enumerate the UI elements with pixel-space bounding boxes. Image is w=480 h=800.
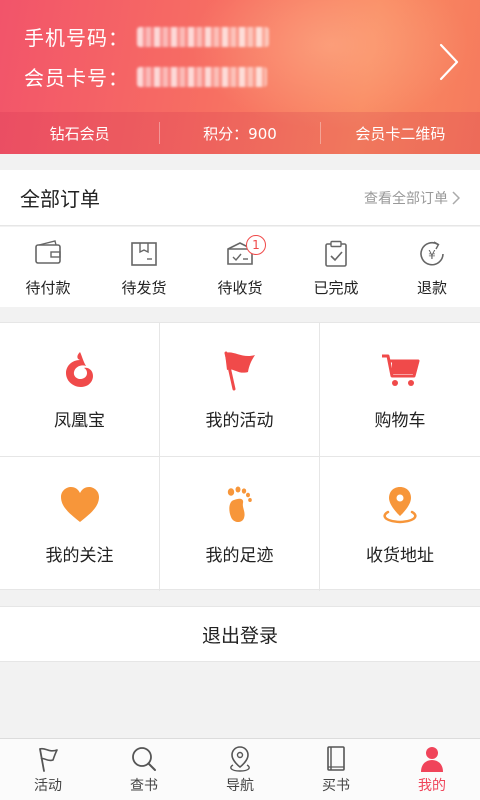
phoenix-icon — [65, 352, 93, 387]
footprint-icon — [227, 486, 252, 522]
grid-item-phoenix-treasure[interactable]: 凤凰宝 — [0, 323, 160, 457]
svg-text:¥: ¥ — [428, 248, 436, 262]
cart-icon — [382, 354, 420, 386]
order-completed[interactable]: 已完成 — [288, 227, 384, 307]
order-refund[interactable]: ¥ 退款 — [384, 227, 480, 307]
order-item-label: 待付款 — [25, 279, 71, 297]
grid-item-label: 我的足迹 — [205, 545, 274, 566]
tab-activities[interactable]: 活动 — [0, 739, 96, 800]
location-pin-icon — [383, 486, 417, 523]
tab-label: 查书 — [130, 778, 158, 794]
member-header: 手机号码： 会员卡号： 钻石会员 积分：900 会员卡二维码 — [0, 0, 480, 154]
order-item-label: 待发货 — [121, 279, 167, 297]
orders-title: 全部订单 — [20, 187, 100, 211]
logout-button[interactable]: 退出登录 — [0, 606, 480, 662]
flag-outline-icon — [39, 747, 58, 772]
grid-item-label: 购物车 — [374, 411, 426, 431]
bottom-tab-bar: 活动 查书 导航 买书 我的 — [0, 738, 480, 800]
member-level[interactable]: 钻石会员 — [0, 123, 159, 144]
map-pin-icon — [230, 746, 250, 772]
chevron-right-icon — [452, 190, 460, 205]
grid-item-my-follows[interactable]: 我的关注 — [0, 457, 160, 591]
order-pending-payment[interactable]: 待付款 — [0, 227, 96, 307]
tab-search-books[interactable]: 查书 — [96, 739, 192, 800]
grid-item-label: 收货地址 — [366, 545, 434, 566]
grid-item-label: 凤凰宝 — [54, 411, 105, 431]
tab-label: 导航 — [226, 778, 254, 794]
yen-refund-icon: ¥ — [420, 241, 444, 266]
tab-label: 买书 — [322, 778, 350, 794]
tab-navigation[interactable]: 导航 — [192, 739, 288, 800]
view-all-orders-link[interactable]: 查看全部订单 — [364, 188, 460, 208]
order-item-label: 待收货 — [217, 279, 263, 297]
wallet-icon — [35, 240, 61, 264]
grid-item-label: 我的关注 — [45, 545, 114, 566]
order-status-row: 待付款 待发货 1 待收货 已完成 ¥ 退款 — [0, 227, 480, 307]
phone-label: 手机号码： — [24, 26, 129, 50]
pending-receipt-badge: 1 — [246, 235, 266, 255]
order-item-label: 已完成 — [313, 279, 359, 297]
grid-item-label: 我的活动 — [205, 411, 274, 431]
order-item-label: 退款 — [416, 279, 447, 297]
tab-buy-books[interactable]: 买书 — [288, 739, 384, 800]
tab-label: 活动 — [34, 778, 62, 794]
clipboard-check-icon — [325, 240, 347, 267]
flag-icon — [224, 351, 255, 391]
grid-item-my-footprints[interactable]: 我的足迹 — [160, 457, 320, 591]
orders-header: 全部订单 查看全部订单 — [0, 170, 480, 226]
card-row: 会员卡号： — [24, 62, 267, 91]
package-icon — [131, 242, 157, 266]
member-info-bar: 钻石会员 积分：900 会员卡二维码 — [0, 112, 480, 154]
card-label: 会员卡号： — [24, 66, 129, 90]
tab-label: 我的 — [418, 778, 446, 794]
order-pending-shipment[interactable]: 待发货 — [96, 227, 192, 307]
heart-icon — [60, 486, 99, 522]
order-pending-receipt[interactable]: 1 待收货 — [192, 227, 288, 307]
grid-item-shipping-address[interactable]: 收货地址 — [320, 457, 480, 591]
grid-item-cart[interactable]: 购物车 — [320, 323, 480, 457]
view-all-orders-label: 查看全部订单 — [364, 190, 448, 207]
tab-mine[interactable]: 我的 — [384, 739, 480, 800]
feature-grid: 凤凰宝 我的活动 购物车 我的关注 我的足迹 收货地址 — [0, 322, 480, 591]
member-qrcode-link[interactable]: 会员卡二维码 — [321, 123, 480, 144]
user-icon — [421, 747, 443, 772]
points[interactable]: 积分：900 — [160, 123, 319, 144]
search-icon — [132, 747, 156, 771]
phone-row: 手机号码： — [24, 22, 269, 51]
grid-item-my-activities[interactable]: 我的活动 — [160, 323, 320, 457]
chevron-right-icon[interactable] — [438, 42, 460, 82]
book-icon — [327, 746, 345, 771]
phone-value-masked — [137, 26, 269, 47]
card-value-masked — [137, 66, 267, 87]
